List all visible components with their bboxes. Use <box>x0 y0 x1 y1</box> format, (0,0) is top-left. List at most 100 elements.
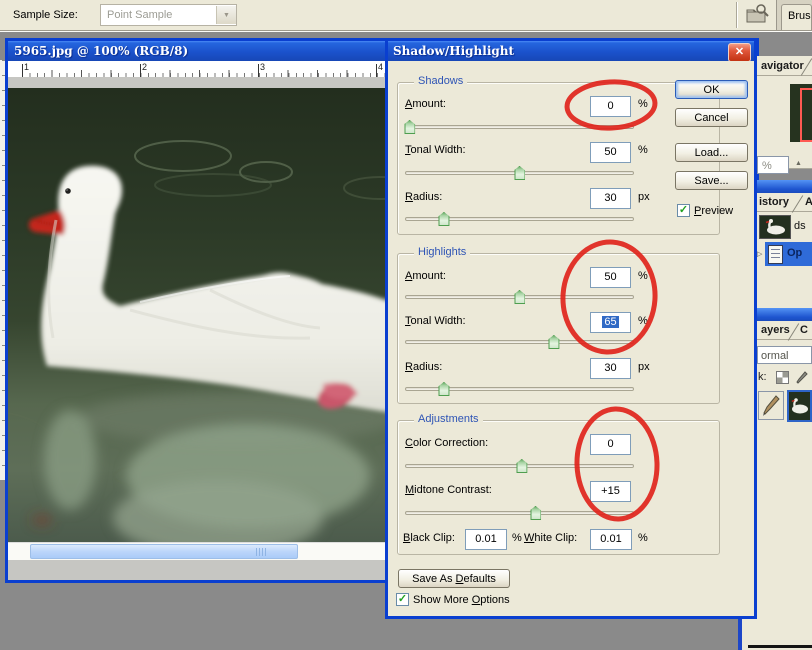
label-text: adius: <box>413 191 442 203</box>
ruler-number: 4 <box>378 62 383 72</box>
brushes-tab-label: Brus <box>788 10 811 22</box>
lock-transparency-icon[interactable] <box>776 371 789 384</box>
slider-thumb[interactable] <box>548 335 559 349</box>
slider-thumb[interactable] <box>404 120 415 134</box>
navigator-thumbnail[interactable] <box>790 84 812 142</box>
ok-label: OK <box>704 84 720 96</box>
label-text: hite Clip: <box>534 532 577 544</box>
slider-thumb[interactable] <box>438 382 449 396</box>
image-window-title: 5965.jpg @ 100% (RGB/8) <box>8 44 188 58</box>
blend-mode-dropdown[interactable]: ormal <box>757 346 812 364</box>
shadows-amount-label: Amount: <box>405 98 446 110</box>
load-button[interactable]: Load... <box>675 143 748 162</box>
highlights-radius-input[interactable]: 30 <box>590 358 631 379</box>
slider-thumb[interactable] <box>516 459 527 473</box>
close-button[interactable]: ✕ <box>728 43 751 61</box>
slider-thumb[interactable] <box>438 212 449 226</box>
sample-size-label: Sample Size: <box>13 9 78 21</box>
highlights-tonal-input[interactable]: 65 <box>590 312 631 333</box>
shadows-legend: Shadows <box>414 75 467 87</box>
layers-palette-titlebar[interactable] <box>757 308 812 321</box>
preview-label: Preview <box>694 205 733 217</box>
slider-thumb[interactable] <box>514 166 525 180</box>
cancel-button[interactable]: Cancel <box>675 108 748 127</box>
tab-brushes[interactable]: Brus <box>781 4 812 30</box>
label-text: Show More <box>413 594 472 606</box>
shadows-radius-value: 30 <box>604 192 616 204</box>
layer-row[interactable] <box>757 390 812 424</box>
slider-thumb[interactable] <box>514 290 525 304</box>
tab-actions[interactable]: A <box>805 196 812 208</box>
photoshop-screen: Sample Size: Point Sample ▼ Brus 5965.jp… <box>0 0 812 650</box>
check-icon: ✓ <box>679 204 688 216</box>
highlights-radius-slider[interactable] <box>405 381 634 397</box>
label-mnemonic: R <box>405 361 413 373</box>
white-clip-value: 0.01 <box>600 533 621 545</box>
sample-size-dropdown[interactable]: Point Sample ▼ <box>100 4 237 26</box>
lock-paint-icon[interactable] <box>795 370 809 384</box>
label-text: onal Width: <box>411 144 466 156</box>
history-state-label: Op <box>787 247 802 259</box>
label-text: Save As <box>412 573 455 585</box>
dialog-titlebar[interactable]: Shadow/Highlight ✕ <box>388 41 754 61</box>
chevron-down-icon[interactable]: ▼ <box>216 6 236 24</box>
history-palette-titlebar[interactable] <box>757 180 812 193</box>
save-button[interactable]: Save... <box>675 171 748 190</box>
sample-size-value: Point Sample <box>101 9 216 21</box>
layer-thumbnail[interactable] <box>787 390 812 422</box>
black-clip-input[interactable]: 0.01 <box>465 529 507 550</box>
black-clip-unit: % <box>512 532 522 544</box>
white-clip-input[interactable]: 0.01 <box>590 529 632 550</box>
slider-track[interactable] <box>405 511 634 515</box>
midtone-contrast-input[interactable]: +15 <box>590 481 631 502</box>
shadows-amount-unit: % <box>638 98 648 110</box>
label-text: ptions <box>480 594 509 606</box>
history-state-row[interactable]: ▷ Op <box>757 242 812 266</box>
zoom-out-icon[interactable]: ▲ <box>795 160 802 167</box>
scrollbar-thumb[interactable] <box>30 544 298 559</box>
highlights-radius-value: 30 <box>604 362 616 374</box>
label-text: mount: <box>412 270 446 282</box>
highlights-amount-slider[interactable] <box>405 289 634 305</box>
tab-navigator[interactable]: avigator <box>757 56 812 76</box>
color-correction-label: Color Correction: <box>405 437 488 449</box>
white-clip-unit: % <box>638 532 648 544</box>
black-clip-label: Black Clip: <box>403 532 455 544</box>
show-more-options-checkbox[interactable]: ✓ <box>396 593 409 606</box>
label-text: adius: <box>413 361 442 373</box>
shadows-tonal-input[interactable]: 50 <box>590 142 631 163</box>
cancel-label: Cancel <box>694 112 728 124</box>
file-browser-button[interactable] <box>744 2 772 28</box>
highlights-amount-input[interactable]: 50 <box>590 267 631 288</box>
shadows-amount-input[interactable]: 0 <box>590 96 631 117</box>
history-brush-well[interactable]: ▷ <box>757 242 765 266</box>
shadows-radius-input[interactable]: 30 <box>590 188 631 209</box>
history-state-icon <box>768 245 783 264</box>
shadows-radius-slider[interactable] <box>405 211 634 227</box>
label-text: review <box>701 205 733 217</box>
slider-track[interactable] <box>405 125 634 129</box>
slider-thumb[interactable] <box>530 506 541 520</box>
tab-history[interactable]: istory <box>757 193 812 212</box>
color-correction-input[interactable]: 0 <box>590 434 631 455</box>
highlights-tonal-slider[interactable] <box>405 334 634 350</box>
shadows-amount-slider[interactable] <box>405 119 634 135</box>
check-icon: ✓ <box>398 593 407 605</box>
save-as-defaults-button[interactable]: Save As Defaults <box>398 569 510 588</box>
layer-edit-indicator[interactable] <box>758 391 784 420</box>
navigator-zoom-input[interactable]: % <box>757 156 789 174</box>
preview-checkbox[interactable]: ✓ <box>677 204 690 217</box>
adjustments-legend: Adjustments <box>414 413 483 425</box>
ok-button[interactable]: OK <box>675 80 748 99</box>
save-label: Save... <box>694 175 728 187</box>
label-text: onal Width: <box>411 315 466 327</box>
history-snapshot-row[interactable]: ds <box>757 214 812 240</box>
slider-track[interactable] <box>405 340 634 344</box>
navigator-proxy-rect[interactable] <box>800 88 812 142</box>
color-correction-slider[interactable] <box>405 458 634 474</box>
tab-channels[interactable]: C <box>800 324 808 336</box>
highlights-tonal-unit: % <box>638 315 648 327</box>
midtone-contrast-slider[interactable] <box>405 505 634 521</box>
load-label: Load... <box>695 147 729 159</box>
shadows-tonal-slider[interactable] <box>405 165 634 181</box>
